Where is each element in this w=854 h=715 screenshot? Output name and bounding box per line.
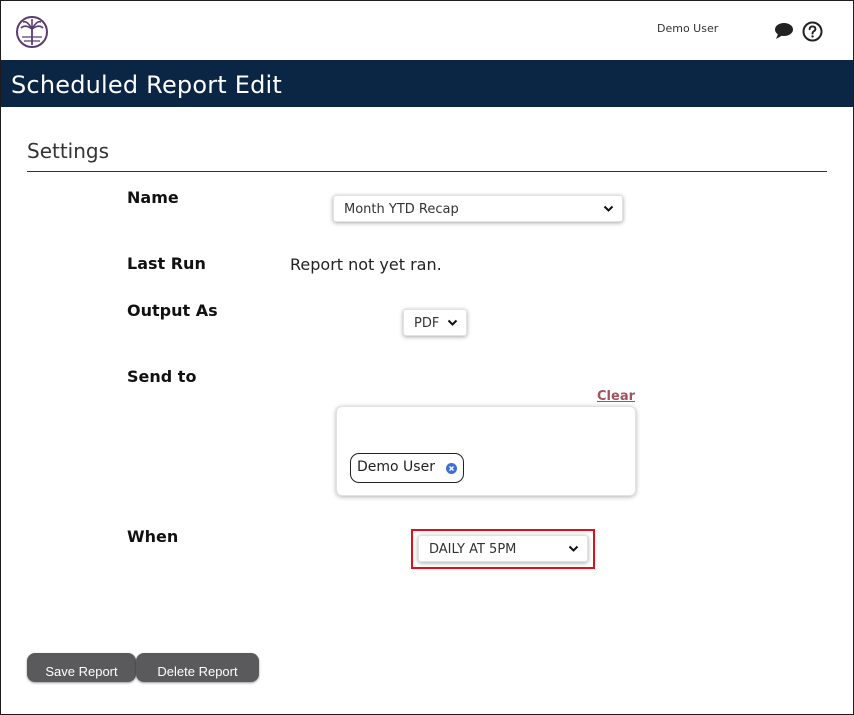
save-report-button[interactable]: Save Report [27, 653, 136, 682]
when-label: When [127, 527, 179, 546]
clear-recipients-link[interactable]: Clear [597, 389, 635, 404]
remove-recipient-icon[interactable] [445, 463, 457, 474]
schedule-select-value: DAILY AT 5PM [429, 542, 517, 557]
send-to-label: Send to [127, 367, 197, 386]
settings-section-title: Settings [27, 139, 110, 163]
chevron-down-icon [447, 319, 458, 326]
user-name-link[interactable]: Demo User [657, 22, 718, 35]
page-frame [0, 0, 854, 715]
palm-tree-logo-icon[interactable] [15, 15, 49, 49]
last-run-label: Last Run [127, 254, 206, 273]
name-select-value: Month YTD Recap [344, 202, 459, 217]
section-divider [27, 171, 827, 172]
recipient-chip: Demo User [350, 453, 464, 483]
recipient-chip-label: Demo User [357, 459, 435, 475]
name-select[interactable]: Month YTD Recap [333, 195, 623, 222]
output-as-label: Output As [127, 301, 218, 320]
chat-bubble-icon[interactable] [774, 22, 794, 40]
schedule-select[interactable]: DAILY AT 5PM [418, 535, 588, 562]
page-title: Scheduled Report Edit [11, 71, 283, 99]
recipients-input[interactable]: Demo User [336, 406, 636, 496]
title-bar: Scheduled Report Edit [1, 60, 853, 107]
chevron-down-icon [603, 205, 614, 212]
output-format-value: PDF [414, 316, 440, 331]
chevron-down-icon [568, 545, 579, 552]
name-label: Name [127, 188, 179, 207]
delete-report-button[interactable]: Delete Report [136, 653, 259, 682]
output-format-select[interactable]: PDF [403, 309, 467, 336]
help-question-icon[interactable] [802, 21, 823, 42]
last-run-value: Report not yet ran. [290, 255, 442, 274]
